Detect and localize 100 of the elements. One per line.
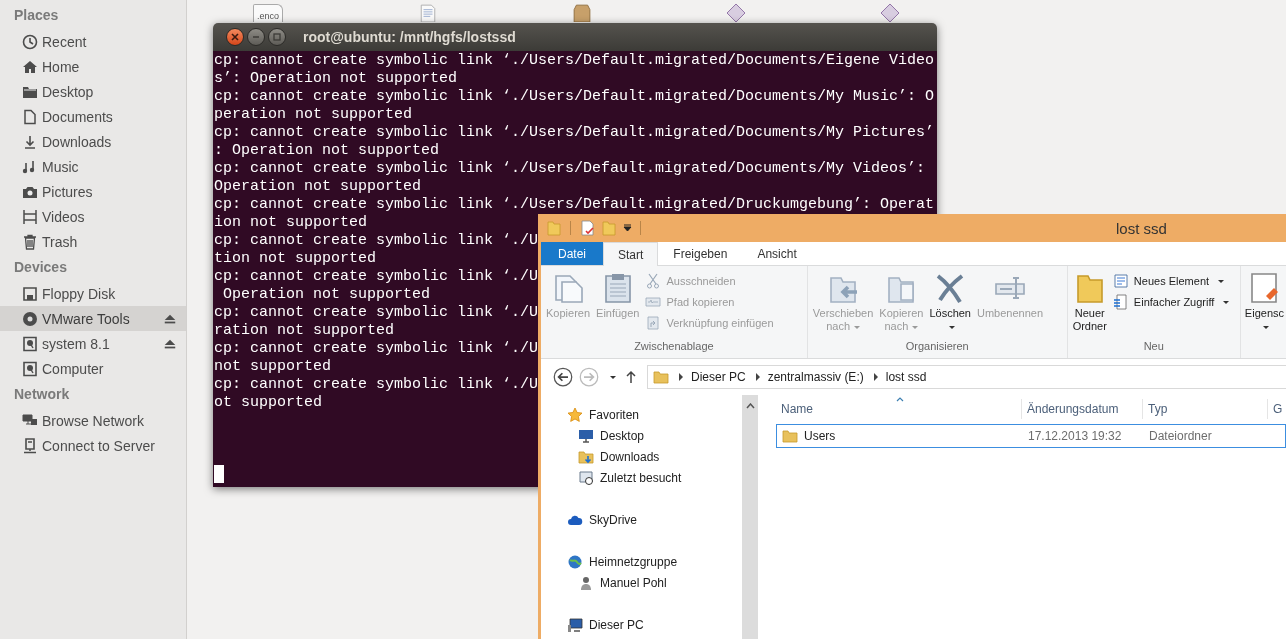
sidebar-item[interactable]: Home bbox=[0, 54, 186, 79]
scissors-icon bbox=[645, 273, 662, 289]
column-header[interactable]: Typ bbox=[1143, 399, 1268, 419]
maximize-button[interactable] bbox=[268, 28, 286, 46]
scrollbar[interactable] bbox=[742, 395, 758, 639]
sidebar-item[interactable]: Documents bbox=[0, 104, 186, 129]
sidebar-item[interactable]: Trash bbox=[0, 229, 186, 254]
table-cell-text: 17.12.2013 19:32 bbox=[1027, 429, 1123, 443]
sort-caret-icon bbox=[896, 397, 904, 402]
sidebar-item[interactable]: Connect to Server bbox=[0, 433, 186, 458]
terminal-line: not supported bbox=[214, 358, 332, 376]
trash-icon bbox=[22, 233, 38, 250]
ribbon-group-label: Zwischenablage bbox=[633, 340, 715, 354]
column-header[interactable]: Änderungsdatum bbox=[1022, 399, 1143, 419]
person-icon bbox=[578, 574, 594, 591]
minimize-button[interactable] bbox=[247, 28, 265, 46]
ribbon-button[interactable]: Einfacher Zugriff bbox=[1110, 293, 1232, 311]
navigation-item[interactable]: Dieser PC bbox=[541, 614, 742, 635]
navigation-item[interactable]: Heimnetzgruppe bbox=[541, 551, 742, 572]
globe-icon bbox=[567, 553, 583, 570]
customize-button[interactable] bbox=[622, 223, 633, 233]
file-thumbnail-label: .enco bbox=[257, 11, 279, 22]
computer-icon bbox=[567, 616, 583, 633]
file-name: Users bbox=[804, 429, 836, 443]
terminal-line: ot supported bbox=[214, 394, 323, 412]
ribbon-group-label: Organisieren bbox=[904, 340, 970, 354]
terminal-line: cp: cannot create symbolic link ‘./Users/Default.migrated/Documents/My Music’: O bbox=[214, 88, 935, 106]
properties-icon bbox=[1248, 272, 1281, 304]
quick-access-button[interactable] bbox=[578, 219, 596, 237]
address-bar[interactable]: Dieser PC zentralmassiv (E:) lost ssd bbox=[647, 365, 1286, 389]
sidebar-item[interactable]: VMware Tools bbox=[0, 306, 186, 331]
x-icon bbox=[230, 32, 240, 42]
chevron-icon bbox=[755, 373, 760, 381]
download-folder-icon bbox=[578, 448, 594, 465]
terminal-line: ration not supported bbox=[214, 322, 395, 340]
breadcrumb-link[interactable]: lost ssd bbox=[885, 370, 927, 384]
terminal-line: cp: cannot create symbolic link ‘./Users/Default.migrated/Documents/My Pictures’ bbox=[214, 124, 935, 142]
document-icon bbox=[22, 108, 38, 125]
square-icon bbox=[272, 32, 282, 42]
sidebar-item[interactable]: Videos bbox=[0, 204, 186, 229]
navigation-item[interactable]: Zuletzt besucht bbox=[541, 467, 742, 488]
caret-icon bbox=[610, 375, 616, 379]
terminal-line: cp: cannot create symbolic link ‘./U bbox=[214, 304, 539, 322]
table-cell-text: Dateiordner bbox=[1148, 429, 1213, 443]
star-icon bbox=[567, 406, 583, 423]
terminal-line: cp: cannot create symbolic link ‘./U bbox=[214, 340, 539, 358]
copy-icon bbox=[552, 272, 584, 304]
sidebar-item[interactable]: Downloads bbox=[0, 129, 186, 154]
breadcrumb-link[interactable]: Dieser PC bbox=[691, 370, 746, 384]
server-icon bbox=[22, 437, 38, 454]
terminal-line: : Operation not supported bbox=[214, 142, 440, 160]
terminal-line: cp: cannot create symbolic link ‘./U bbox=[214, 232, 539, 250]
terminal-line: Operation not supported bbox=[214, 178, 422, 196]
terminal-line: tion not supported bbox=[214, 250, 377, 268]
film-icon bbox=[22, 208, 38, 225]
terminal-line: Operation not supported bbox=[222, 286, 431, 304]
terminal-line: cp: cannot create symbolic link ‘./Users/Default.migrated/Documents/My Videos’: bbox=[214, 160, 926, 178]
navigation-item[interactable]: Manuel Pohl bbox=[541, 572, 742, 593]
window-title: root@ubuntu: /mnt/hgfs/lostssd bbox=[303, 29, 516, 45]
sidebar-item[interactable]: Music bbox=[0, 154, 186, 179]
window-title: lost ssd bbox=[1116, 219, 1167, 237]
ribbon-button[interactable]: Neuer Ordner bbox=[1070, 270, 1109, 335]
navigation-item[interactable]: SkyDrive bbox=[541, 509, 742, 530]
clock-icon bbox=[22, 33, 38, 50]
sidebar-item[interactable]: system 8.1 bbox=[0, 331, 186, 356]
navigation-item[interactable]: Favoriten bbox=[541, 404, 742, 425]
document-check-icon bbox=[579, 220, 595, 236]
sidebar-item[interactable]: Computer bbox=[0, 356, 186, 381]
sidebar-item[interactable]: Floppy Disk bbox=[0, 281, 186, 306]
file-menu-button[interactable]: Datei bbox=[541, 242, 603, 265]
navigation-item[interactable]: Desktop bbox=[541, 425, 742, 446]
ribbon-tab[interactable]: Ansicht bbox=[742, 242, 812, 265]
ribbon-button[interactable]: Neues Element bbox=[1110, 272, 1232, 290]
monitor-icon bbox=[578, 427, 594, 444]
ribbon-tab[interactable]: Freigeben bbox=[658, 242, 743, 265]
column-header[interactable]: Name bbox=[776, 399, 1022, 419]
close-button[interactable] bbox=[226, 28, 244, 46]
ribbon-button[interactable]: Eigensc bbox=[1242, 270, 1286, 335]
file-row[interactable]: Users 17.12.2013 19:32 Dateiordner bbox=[776, 424, 1286, 448]
ribbon-button[interactable]: Löschen bbox=[927, 270, 973, 335]
sidebar-item[interactable]: Pictures bbox=[0, 179, 186, 204]
sidebar-heading: Places bbox=[13, 6, 60, 25]
terminal-line: cp: cannot create symbolic link ‘./Users/Default.migrated/Druckumgebung’: Operat bbox=[214, 196, 935, 214]
ribbon-tab[interactable]: Start bbox=[603, 242, 659, 266]
sidebar-heading: Network bbox=[13, 385, 71, 404]
folder-icon bbox=[546, 220, 562, 236]
breadcrumb-link[interactable]: zentralmassiv (E:) bbox=[767, 370, 864, 384]
shortcut-icon bbox=[645, 315, 662, 331]
terminal-line: s’: Operation not supported bbox=[214, 70, 458, 88]
disc-icon bbox=[22, 310, 38, 327]
navigation-item[interactable]: Downloads bbox=[541, 446, 742, 467]
download-icon bbox=[22, 133, 38, 150]
back-button[interactable] bbox=[551, 365, 575, 389]
scroll-up-icon bbox=[745, 403, 755, 409]
sidebar-item[interactable]: Recent bbox=[0, 29, 186, 54]
folder-icon bbox=[653, 369, 669, 385]
terminal-line: cp: cannot create symbolic link ‘./U bbox=[214, 268, 539, 286]
sidebar-item[interactable]: Desktop bbox=[0, 79, 186, 104]
sidebar-item[interactable]: Browse Network bbox=[0, 408, 186, 433]
home-icon bbox=[22, 58, 38, 75]
